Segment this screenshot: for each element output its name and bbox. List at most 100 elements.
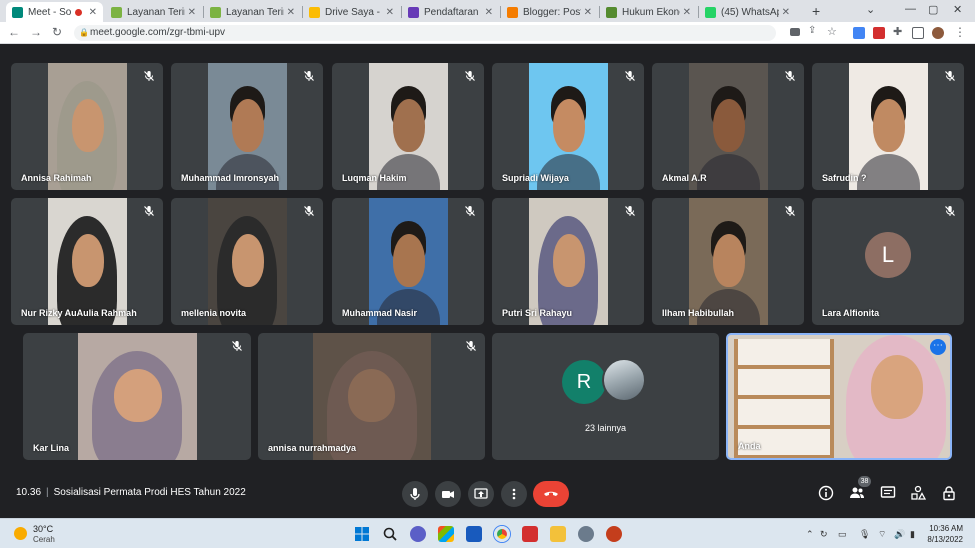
tab-close-icon[interactable]: ✕ bbox=[386, 7, 394, 18]
present-icon bbox=[474, 488, 488, 499]
reload-icon[interactable]: ↻ bbox=[52, 25, 62, 39]
participant-tile[interactable]: Akmal A.R bbox=[652, 63, 804, 190]
back-icon[interactable]: ← bbox=[8, 25, 20, 39]
tab-close-icon[interactable]: ✕ bbox=[287, 7, 295, 18]
chat-icon[interactable] bbox=[880, 485, 896, 501]
browser-menu-icon[interactable]: ⋮ bbox=[954, 25, 966, 39]
tab-title: Blogger: Posting bbox=[523, 6, 581, 18]
tab-title: Layanan Terinteg bbox=[226, 6, 284, 18]
tray-keyboard-icon[interactable]: ▭ bbox=[838, 529, 847, 540]
camera-indicator-icon[interactable] bbox=[790, 28, 800, 36]
tab-title: Pendaftaran MBK bbox=[424, 6, 482, 18]
camera-toggle-button[interactable] bbox=[435, 481, 461, 507]
mic-off-icon bbox=[304, 71, 314, 81]
participant-tile[interactable]: mellenia novita bbox=[171, 198, 323, 325]
more-options-button[interactable] bbox=[501, 481, 527, 507]
url-field[interactable]: 🔒 meet.google.com/zgr-tbmi-upv bbox=[74, 25, 776, 41]
share-icon[interactable]: ⇪ bbox=[808, 25, 816, 36]
browser-tab[interactable]: Layanan Terinteg✕ bbox=[105, 2, 202, 22]
tray-volume-icon[interactable]: 🔊 bbox=[894, 529, 905, 540]
search-icon[interactable] bbox=[382, 526, 398, 542]
weather-temperature: 30°C bbox=[33, 524, 54, 534]
url-text: meet.google.com/zgr-tbmi-upv bbox=[90, 27, 226, 38]
file-explorer-icon[interactable] bbox=[550, 526, 566, 542]
weather-widget[interactable]: 30°C Cerah bbox=[14, 524, 74, 546]
participant-avatar: L bbox=[865, 231, 911, 278]
participant-tile[interactable]: Kar Lina bbox=[23, 333, 251, 460]
more-participants-tile[interactable]: R 23 lainnya bbox=[492, 333, 719, 460]
tab-close-icon[interactable]: ✕ bbox=[584, 7, 592, 18]
taskbar-clock[interactable]: 10:36 AM 8/13/2022 bbox=[927, 523, 963, 545]
powerpoint-icon[interactable] bbox=[606, 526, 622, 542]
bookmark-star-icon[interactable]: ☆ bbox=[827, 25, 837, 38]
close-window-icon[interactable]: ✕ bbox=[953, 3, 962, 16]
participant-tile[interactable]: Supriadi Wijaya bbox=[492, 63, 644, 190]
tab-close-icon[interactable]: ✕ bbox=[782, 7, 790, 18]
mic-off-icon bbox=[466, 341, 476, 351]
minimize-icon[interactable]: — bbox=[905, 3, 916, 15]
meeting-details-icon[interactable] bbox=[818, 485, 834, 501]
tray-sync-icon[interactable]: ↻ bbox=[820, 529, 828, 540]
browser-tab[interactable]: Pendaftaran MBK✕ bbox=[402, 2, 499, 22]
participant-tile[interactable]: Putri Sri Rahayu bbox=[492, 198, 644, 325]
participant-tile[interactable]: Nur Rizky AuAulia Rahmah bbox=[11, 198, 163, 325]
tray-mic-icon[interactable]: 🎙 bbox=[859, 529, 870, 540]
forward-icon[interactable]: → bbox=[30, 25, 42, 39]
chrome-icon[interactable] bbox=[494, 526, 510, 542]
participant-tile[interactable]: Annisa Rahimah bbox=[11, 63, 163, 190]
pdf-extension-icon[interactable] bbox=[873, 27, 885, 39]
participant-video bbox=[313, 333, 431, 460]
leave-call-button[interactable] bbox=[533, 481, 569, 507]
tab-close-icon[interactable]: ✕ bbox=[188, 7, 196, 18]
windows-start-icon[interactable] bbox=[354, 526, 370, 542]
people-icon[interactable] bbox=[849, 485, 865, 501]
face-shape bbox=[871, 355, 923, 419]
settings-gear-icon[interactable] bbox=[578, 526, 594, 542]
tray-chevron-up-icon[interactable]: ⌃ bbox=[806, 529, 814, 540]
participant-video bbox=[689, 63, 768, 190]
microsoft-store-icon[interactable] bbox=[438, 526, 454, 542]
more-vert-icon bbox=[512, 488, 516, 500]
participant-tile[interactable]: L Lara Alfionita bbox=[812, 198, 964, 325]
mic-toggle-button[interactable] bbox=[402, 481, 428, 507]
docs-extension-icon[interactable] bbox=[853, 27, 865, 39]
present-now-button[interactable] bbox=[468, 481, 494, 507]
tray-battery-icon[interactable]: ▮ bbox=[910, 529, 915, 540]
participant-tile[interactable]: Luqman Hakim bbox=[332, 63, 484, 190]
mic-off-icon bbox=[465, 206, 475, 216]
teams-chat-icon[interactable] bbox=[410, 526, 426, 542]
host-controls-icon[interactable] bbox=[941, 485, 957, 501]
browser-tab[interactable]: Hukum Ekonomi✕ bbox=[600, 2, 697, 22]
participant-tile[interactable]: annisa nurrahmadya bbox=[258, 333, 485, 460]
face-shape bbox=[72, 234, 104, 287]
self-view-tile[interactable]: ⋯ Anda bbox=[726, 333, 952, 460]
activities-icon[interactable] bbox=[910, 485, 926, 501]
browser-tab[interactable]: Drive Saya - Goo✕ bbox=[303, 2, 400, 22]
profile-avatar[interactable] bbox=[932, 27, 944, 39]
participant-tile[interactable]: Muhammad Imronsyah bbox=[171, 63, 323, 190]
self-more-options-icon[interactable]: ⋯ bbox=[930, 339, 946, 355]
browser-tab[interactable]: Blogger: Posting✕ bbox=[501, 2, 598, 22]
browser-tab[interactable]: (45) WhatsApp✕ bbox=[699, 2, 796, 22]
tab-close-icon[interactable]: ✕ bbox=[683, 7, 691, 18]
participant-tile[interactable]: Muhammad Nasir bbox=[332, 198, 484, 325]
tray-wifi-icon[interactable]: ⌔ bbox=[878, 529, 886, 540]
side-panel-icon[interactable] bbox=[912, 27, 924, 39]
tab-close-icon[interactable]: ✕ bbox=[89, 7, 97, 18]
new-tab-button[interactable]: + bbox=[812, 3, 820, 19]
participant-tile[interactable]: Ilham Habibullah bbox=[652, 198, 804, 325]
browser-tab[interactable]: Meet - Sosia ✕ bbox=[6, 2, 103, 22]
acrobat-icon[interactable] bbox=[522, 526, 538, 542]
tab-close-icon[interactable]: ✕ bbox=[485, 7, 493, 18]
tab-favicon-icon bbox=[111, 6, 122, 18]
extensions-puzzle-icon[interactable]: ✚ bbox=[893, 25, 902, 38]
tab-favicon-icon bbox=[309, 6, 320, 18]
participant-tile[interactable]: Safrudin ? bbox=[812, 63, 964, 190]
tab-favicon-icon bbox=[12, 6, 23, 18]
browser-tab[interactable]: Layanan Terinteg✕ bbox=[204, 2, 301, 22]
taskbar-date: 8/13/2022 bbox=[927, 535, 963, 544]
word-icon[interactable] bbox=[466, 526, 482, 542]
maximize-icon[interactable]: ▢ bbox=[928, 3, 938, 16]
chevron-down-icon[interactable]: ⌄ bbox=[866, 3, 875, 16]
participant-name: annisa nurrahmadya bbox=[268, 443, 357, 453]
